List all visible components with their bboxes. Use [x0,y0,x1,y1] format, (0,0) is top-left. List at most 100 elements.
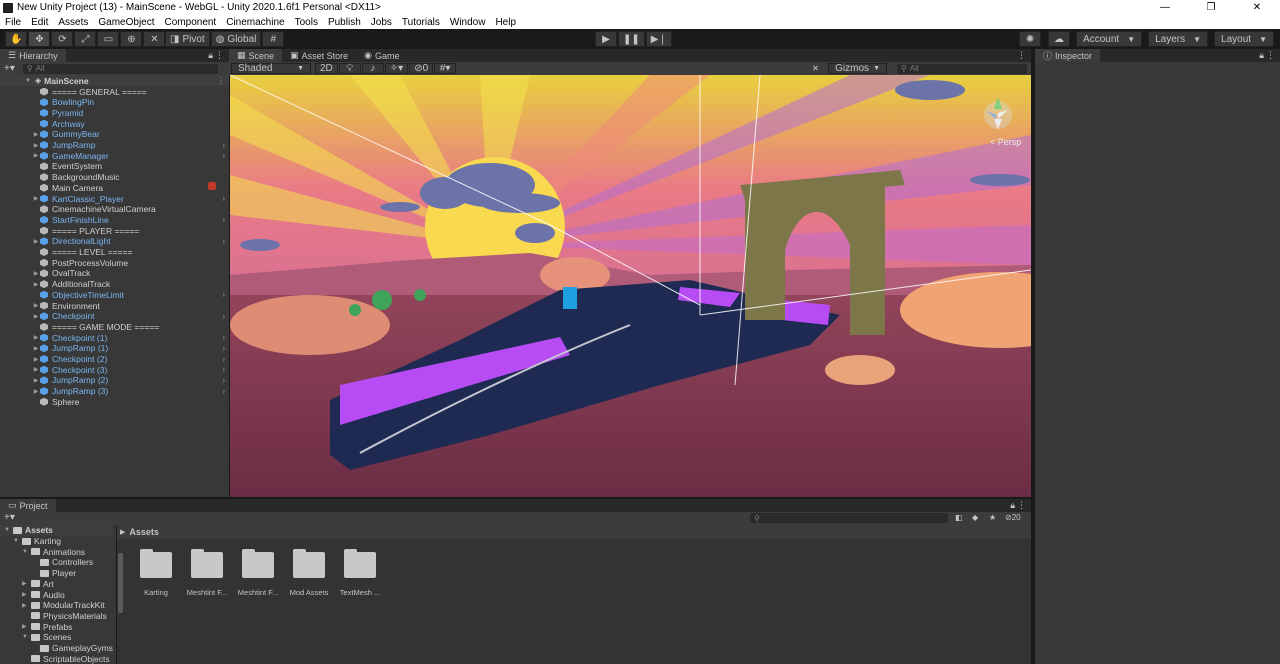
hierarchy-item[interactable]: ▶ Checkpoint › [0,311,229,322]
project-tree-item[interactable]: ScriptableObjects [22,653,110,664]
scale-tool-icon[interactable]: ⤢ [74,31,97,47]
expand-arrow-icon[interactable]: ▶ [22,623,31,630]
chevron-right-icon[interactable]: › [222,312,225,321]
hierarchy-item[interactable]: ===== GAME MODE ===== [0,321,229,332]
expand-arrow-icon[interactable]: ▼ [22,549,31,555]
project-tree-item[interactable]: PhysicsMaterials [22,611,107,622]
menu-help[interactable]: Help [490,17,521,28]
expand-arrow-icon[interactable]: ▶ [32,142,40,149]
move-tool-icon[interactable]: ✥ [28,31,51,47]
cloud-icon[interactable]: ☁ [1048,31,1071,47]
snap-icon[interactable]: # [262,31,285,47]
hierarchy-item[interactable]: ▶ GummyBear [0,129,229,140]
chevron-right-icon[interactable]: › [222,344,225,353]
expand-arrow-icon[interactable]: ▶ [22,591,31,598]
hierarchy-search-input[interactable]: ⚲ All [22,63,218,74]
chevron-right-icon[interactable]: › [222,215,225,224]
hierarchy-item[interactable]: Archway [0,118,229,129]
expand-arrow-icon[interactable]: ▼ [13,538,22,544]
gizmos-dropdown[interactable]: Gizmos ▼ [828,63,887,74]
layers-dropdown[interactable]: Layers ▼ [1148,31,1209,47]
hierarchy-item[interactable]: Sphere [0,396,229,407]
menu-component[interactable]: Component [160,17,222,28]
expand-arrow-icon[interactable]: ▼ [22,634,31,640]
menu-assets[interactable]: Assets [53,17,93,28]
expand-arrow-icon[interactable]: ▶ [32,345,40,352]
hierarchy-item[interactable]: ▶ AdditionalTrack [0,279,229,290]
chevron-right-icon[interactable]: › [222,237,225,246]
menu-publish[interactable]: Publish [323,17,366,28]
hierarchy-item[interactable]: ▶ Environment [0,300,229,311]
hierarchy-item[interactable]: ▶ JumpRamp (1) › [0,343,229,354]
hidden-packages-toggle[interactable]: ⊘20 [1005,513,1021,522]
chevron-right-icon[interactable]: › [222,376,225,385]
project-tree-item[interactable]: Controllers [31,557,93,568]
hierarchy-item[interactable]: ▶ DirectionalLight › [0,236,229,247]
project-tree-item[interactable]: ▼ Scenes [22,632,71,643]
project-tree-item[interactable]: ▼ Animations [22,546,85,557]
transform-tool-icon[interactable]: ⊕ [120,31,143,47]
rotate-tool-icon[interactable]: ⟳ [51,31,74,47]
lighting-icon[interactable]: 💡︎ [338,63,361,74]
expand-arrow-icon[interactable]: ▶ [22,580,31,587]
tab-hierarchy[interactable]: ☰ Hierarchy [0,49,66,62]
project-tree-item[interactable]: ▶ Prefabs [22,621,72,632]
hierarchy-item[interactable]: ▶ Checkpoint (3) › [0,364,229,375]
expand-arrow-icon[interactable]: ▼ [24,78,32,84]
scene-root[interactable]: ▼ ◈ MainScene ⋮ [0,75,229,86]
hierarchy-item[interactable]: ▶ KartClassic_Player › [0,193,229,204]
expand-arrow-icon[interactable]: ▶ [32,334,40,341]
hierarchy-item[interactable]: ▶ Checkpoint (1) › [0,332,229,343]
tree-scrollbar[interactable] [118,553,123,613]
hierarchy-item[interactable]: ===== GENERAL ===== [0,86,229,97]
menu-cinemachine[interactable]: Cinemachine [221,17,289,28]
grid-toggle-icon[interactable]: #▾ [434,63,457,74]
expand-arrow-icon[interactable]: ▶ [32,131,40,138]
filter-type-icon[interactable]: ◧ [955,513,963,522]
global-button[interactable]: ◍ Global [210,31,262,47]
hidden-objects-toggle[interactable]: ⊘ 0 [409,63,434,74]
menu-tools[interactable]: Tools [290,17,323,28]
project-search-input[interactable]: ⚲ [750,513,948,523]
expand-arrow-icon[interactable]: ▶ [32,281,40,288]
chevron-right-icon[interactable]: › [222,333,225,342]
custom-tool-icon[interactable]: ✕ [143,31,166,47]
favorite-star-icon[interactable]: ★ [989,513,996,522]
kebab-menu-icon[interactable]: ⋮ [1266,50,1275,61]
tools-icon[interactable]: ✕ [812,63,819,74]
tab-scene[interactable]: ▦ Scene [229,49,283,62]
audio-icon[interactable]: ♪ [361,63,384,74]
asset-folder[interactable]: TextMesh ... [336,549,384,597]
tab-project[interactable]: ▭ Project [0,499,56,512]
asset-folder[interactable]: Meshtint F... [183,549,231,597]
menu-tutorials[interactable]: Tutorials [397,17,445,28]
menu-gameobject[interactable]: GameObject [93,17,159,28]
close-button[interactable]: ✕ [1234,2,1280,13]
lock-icon[interactable]: 🔒︎ [1010,500,1015,511]
expand-arrow-icon[interactable]: ▶ [32,313,40,320]
persp-label[interactable]: < Persp [990,137,1021,147]
create-dropdown-icon[interactable]: +▾ [4,512,15,523]
hierarchy-item[interactable]: ▶ JumpRamp › [0,140,229,151]
menu-file[interactable]: File [0,17,26,28]
kebab-menu-icon[interactable]: ⋮ [1017,500,1026,511]
minimize-button[interactable]: — [1142,2,1188,13]
pivot-button[interactable]: ◨ Pivot [165,31,210,47]
hierarchy-item[interactable]: StartFinishLine › [0,214,229,225]
hierarchy-item[interactable]: ▶ JumpRamp (2) › [0,375,229,386]
menu-jobs[interactable]: Jobs [366,17,397,28]
step-icon[interactable]: ▶❘ [645,31,672,47]
asset-folder[interactable]: Karting [132,549,180,597]
lock-icon[interactable]: 🔒︎ [1259,50,1264,61]
menu-window[interactable]: Window [445,17,491,28]
chevron-right-icon[interactable]: › [222,194,225,203]
kebab-menu-icon[interactable]: ⋮ [1017,50,1026,61]
tree-divider[interactable] [116,525,117,664]
add-dropdown-icon[interactable]: +▾ [4,63,15,74]
expand-arrow-icon[interactable]: ▶ [32,356,40,363]
expand-arrow-icon[interactable]: ▶ [22,602,31,609]
layout-dropdown[interactable]: Layout ▼ [1214,31,1274,47]
scene-render[interactable]: < Persp [230,75,1031,497]
chevron-right-icon[interactable]: › [222,387,225,396]
chevron-right-icon[interactable]: › [222,151,225,160]
